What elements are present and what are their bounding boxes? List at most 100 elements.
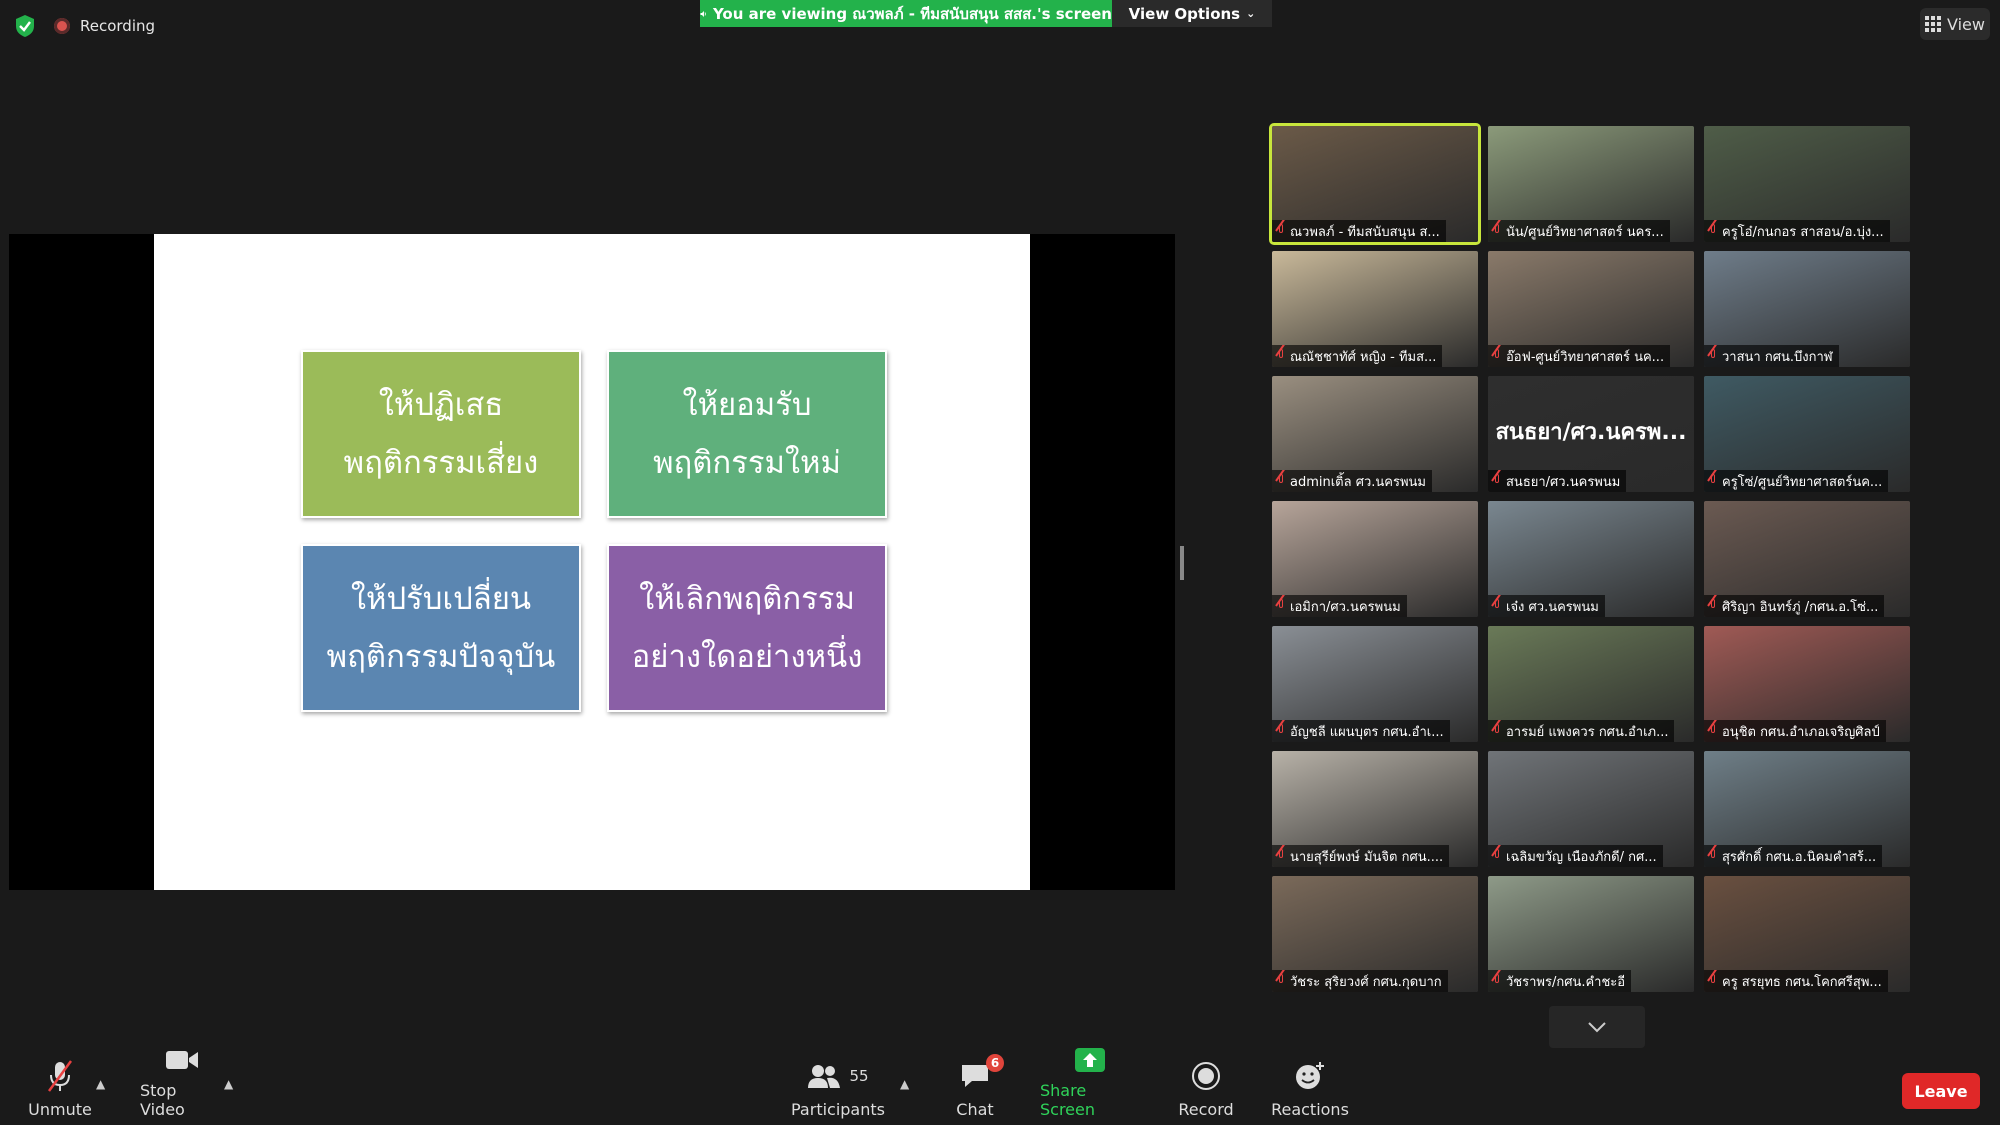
participant-name: สุรศักดิ์ กศน.อ.นิคมคำสร้... [1722,849,1877,865]
participant-tile[interactable]: นัน/ศูนย์วิทยาศาสตร์ นคร... [1488,126,1694,242]
participant-tile[interactable]: เฉลิมขวัญ เนืองภักดี/ กศ... [1488,751,1694,867]
participant-caption: ณณัชชาทัศ์ หญิง - ทีมส... [1272,345,1443,367]
participant-caption: เจ๋ง ศว.นครพนม [1488,595,1605,617]
participant-name: อัญชลี แผนบุตร กศน.อำเ... [1290,724,1444,740]
emoji-reactions-icon [1294,1058,1326,1094]
participant-caption: วัชราพร/กศน.คำชะอี [1488,970,1632,992]
unmute-label: Unmute [28,1100,92,1119]
stop-video-label: Stop Video [140,1081,185,1119]
participant-name: เจ๋ง ศว.นครพนม [1506,599,1599,615]
split-resize-handle[interactable] [1180,546,1184,580]
participant-caption: ครูโซ่/ศูนย์วิทยาศาสตร์นค... [1704,470,1889,492]
mic-muted-icon [1276,349,1286,363]
chevron-down-icon [1588,1022,1606,1033]
chat-unread-badge: 6 [986,1054,1004,1072]
speaker-icon [700,10,706,17]
participant-tile[interactable]: สนธยา/ศว.นครพ... สนธยา/ศว.นครพนม [1488,376,1694,492]
microphone-muted-icon [45,1058,75,1094]
record-icon [1191,1058,1221,1094]
slide-card-refuse: ให้ปฏิเสธ พฤติกรรมเสี่ยง [301,350,581,518]
participant-tile[interactable]: อารมย์ แพงควร กศน.อำเภ... [1488,626,1694,742]
audio-options-caret-icon[interactable]: ▲ [96,1077,105,1091]
mic-muted-icon [1276,974,1286,988]
chat-icon: 6 [960,1054,1004,1094]
stop-video-button[interactable]: Stop Video [140,1045,224,1125]
participants-button[interactable]: 55 Participants [790,1045,886,1125]
participant-display-name: สนธยา/ศว.นครพ... [1495,420,1687,445]
video-options-caret-icon[interactable]: ▲ [224,1077,233,1091]
card-line-1: ให้เลิกพฤติกรรม [639,581,855,617]
participant-tile[interactable]: สุรศักดิ์ กศน.อ.นิคมคำสร้... [1704,751,1910,867]
participant-caption: adminเติ้ล ศว.นครพนม [1272,470,1432,492]
participant-caption: ณวพลภ์ - ทีมสนับสนุน ส... [1272,220,1446,242]
participant-tile[interactable]: ครูโซ่/ศูนย์วิทยาศาสตร์นค... [1704,376,1910,492]
participant-caption: สนธยา/ศว.นครพนม [1488,470,1627,492]
participant-caption: อ๊อฟ-ศูนย์วิทยาศาสตร์ นค... [1488,345,1671,367]
participants-label: Participants [791,1100,885,1119]
card-line-2: พฤติกรรมเสี่ยง [343,445,539,481]
participant-caption: ครู สรยุทธ กศน.โคกศรีสุพ... [1704,970,1888,992]
reactions-button[interactable]: Reactions [1270,1045,1350,1125]
grid-view-icon [1925,16,1942,32]
gallery-next-page-button[interactable] [1549,1006,1645,1048]
participant-tile[interactable]: อนุชิต กศน.อำเภอเจริญศิลป์ [1704,626,1910,742]
record-button[interactable]: Record [1176,1045,1236,1125]
mic-muted-icon [1492,224,1502,238]
mic-muted-icon [1708,224,1718,238]
shield-check-icon[interactable] [14,14,36,38]
participant-name: เฉลิมขวัญ เนืองภักดี/ กศ... [1506,849,1657,865]
mic-muted-icon [1708,849,1718,863]
participant-tile[interactable]: นายสุรีย์พงษ์ มันจิต กศน.... [1272,751,1478,867]
participant-name: ณวพลภ์ - ทีมสนับสนุน ส... [1290,224,1440,240]
unmute-button[interactable]: Unmute [28,1045,92,1125]
view-options-button[interactable]: View Options ⌄ [1112,0,1272,27]
recording-label: Recording [80,17,156,35]
recording-indicator[interactable]: Recording [54,17,155,35]
slide-card-accept: ให้ยอมรับ พฤติกรรมใหม่ [607,350,887,518]
participant-name: ครูโซ่/ศูนย์วิทยาศาสตร์นค... [1722,474,1883,490]
chat-button[interactable]: 6 Chat [950,1045,1004,1125]
mic-muted-icon [1276,474,1286,488]
mic-muted-icon [1708,599,1718,613]
participant-name: วาสนา กศน.บึงกาฬ [1722,349,1833,365]
participant-tile[interactable]: อัญชลี แผนบุตร กศน.อำเ... [1272,626,1478,742]
participant-tile[interactable]: ครูโอ๋/กนกอร สาสอน/อ.บุ่ง... [1704,126,1910,242]
mic-muted-icon [1492,349,1502,363]
participant-tile[interactable]: ศิริญา อินทร์ภู่ /กศน.อ.โซ่... [1704,501,1910,617]
participant-tile[interactable]: ณณัชชาทัศ์ หญิง - ทีมส... [1272,251,1478,367]
slide-card-change: ให้ปรับเปลี่ยน พฤติกรรมปัจจุบัน [301,544,581,712]
view-label: View [1947,14,1985,34]
participants-options-caret-icon[interactable]: ▲ [900,1077,909,1091]
participant-name: นายสุรีย์พงษ์ มันจิต กศน.... [1290,849,1444,865]
participant-name: ครู สรยุทธ กศน.โคกศรีสุพ... [1722,974,1882,990]
participant-tile[interactable]: วาสนา กศน.บึงกาฬ [1704,251,1910,367]
mic-muted-icon [1708,724,1718,738]
participant-name: อารมย์ แพงควร กศน.อำเภ... [1506,724,1669,740]
participant-caption: วาสนา กศน.บึงกาฬ [1704,345,1839,367]
meeting-toolbar: Unmute ▲ Stop Video ▲ 55 Participants ▲ … [0,1045,2000,1125]
share-screen-label: Share Screen [1040,1081,1096,1119]
recording-dot-icon [54,18,70,34]
participant-tile[interactable]: adminเติ้ล ศว.นครพนม [1272,376,1478,492]
participant-name: อ๊อฟ-ศูนย์วิทยาศาสตร์ นค... [1506,349,1665,365]
participant-tile[interactable]: เจ๋ง ศว.นครพนม [1488,501,1694,617]
card-line-1: ให้ปรับเปลี่ยน [350,581,532,617]
card-line-2: พฤติกรรมใหม่ [653,445,841,481]
slide-card-quit: ให้เลิกพฤติกรรม อย่างใดอย่างหนึ่ง [607,544,887,712]
mic-muted-icon [1276,724,1286,738]
participant-tile[interactable]: เอมิกา/ศว.นครพนม [1272,501,1478,617]
participant-caption: เอมิกา/ศว.นครพนม [1272,595,1407,617]
leave-button[interactable]: Leave [1902,1073,1980,1109]
participant-tile[interactable]: อ๊อฟ-ศูนย์วิทยาศาสตร์ นค... [1488,251,1694,367]
participants-icon: 55 [807,1058,869,1094]
participant-tile[interactable]: ณวพลภ์ - ทีมสนับสนุน ส... [1269,123,1481,245]
chat-label: Chat [956,1100,994,1119]
participant-tile[interactable]: วัชระ สุริยวงศ์ กศน.กุดบาก [1272,876,1478,992]
participant-tile[interactable]: วัชราพร/กศน.คำชะอี [1488,876,1694,992]
mic-muted-icon [1492,849,1502,863]
top-left-status: Recording [14,14,155,38]
shared-screen: ให้ปฏิเสธ พฤติกรรมเสี่ยง ให้ยอมรับ พฤติก… [9,234,1175,890]
share-screen-button[interactable]: Share Screen [1040,1045,1140,1125]
view-button[interactable]: View [1920,8,1990,40]
participant-tile[interactable]: ครู สรยุทธ กศน.โคกศรีสุพ... [1704,876,1910,992]
